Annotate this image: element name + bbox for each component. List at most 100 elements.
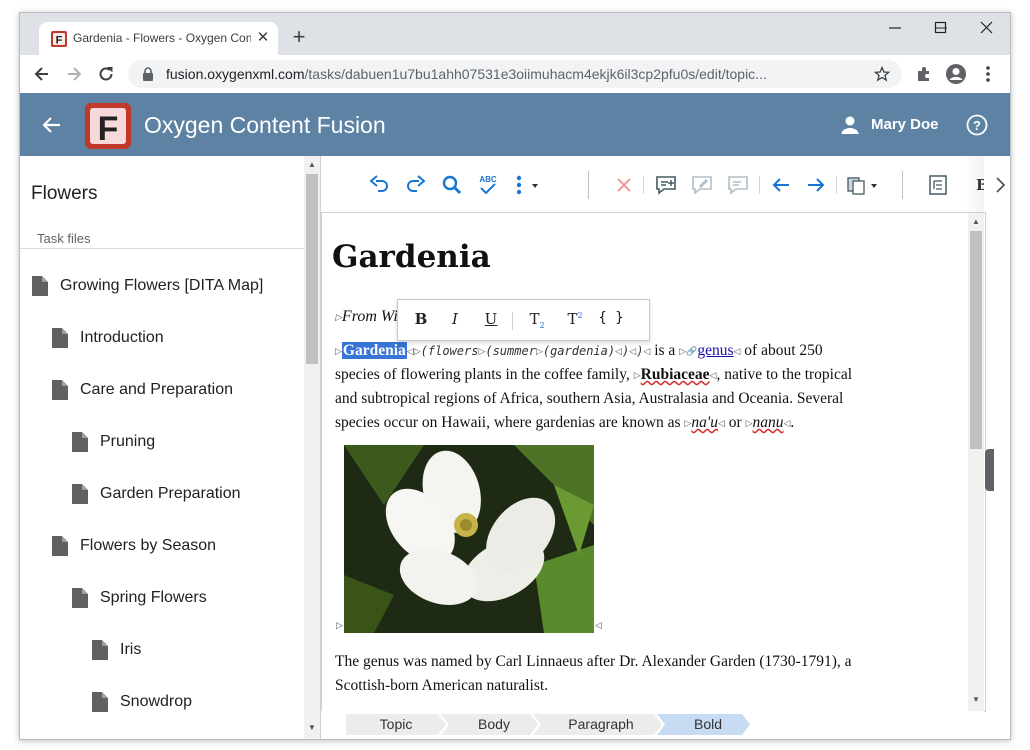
toolbar-scroll-right-icon[interactable] — [993, 173, 1007, 197]
selected-text[interactable]: Gardenia — [341, 342, 407, 359]
outline-icon[interactable] — [926, 173, 950, 197]
scroll-down-icon[interactable]: ▼ — [308, 723, 316, 732]
tree-item-label: Care and Preparation — [80, 381, 233, 398]
tag-marker-icon: ◁ — [643, 345, 651, 356]
section-label: Task files — [37, 231, 91, 246]
inline-format-toolbar: B I U T2 T2 { } — [397, 299, 650, 341]
extensions-icon[interactable] — [915, 65, 933, 83]
url-field[interactable]: fusion.oxygenxml.com/tasks/dabuen1u7bu1a… — [128, 60, 902, 88]
undo-icon[interactable] — [367, 173, 391, 197]
body-text: or — [728, 414, 742, 431]
panel-scrollbar[interactable]: ▲ ▼ — [304, 156, 320, 739]
tag-marker-icon: ▷ — [535, 345, 543, 356]
breadcrumb-item-topic[interactable]: Topic — [346, 714, 446, 734]
minimize-button-icon[interactable] — [872, 13, 918, 43]
tab-close-icon[interactable]: ✕ — [255, 30, 271, 46]
back-arrow-icon[interactable] — [40, 113, 64, 137]
document-icon — [72, 588, 88, 608]
tree-item-label: Spring Flowers — [100, 589, 207, 606]
document-icon — [92, 640, 108, 660]
breadcrumb-item-paragraph[interactable]: Paragraph — [541, 714, 661, 734]
tag-marker-icon: ◁ — [733, 345, 741, 356]
latin-text: (gardenia) — [542, 344, 616, 358]
body-text: is a — [654, 342, 676, 359]
underline-button[interactable]: U — [478, 310, 504, 330]
genus-link[interactable]: genus — [697, 342, 733, 359]
document-content[interactable]: Gardenia ▷From Wiki ▷Gardenia◁▷(flowers▷… — [322, 213, 968, 711]
breadcrumb: Topic Body Paragraph Bold — [321, 711, 984, 739]
edit-comment-icon[interactable] — [690, 173, 714, 197]
tree-item-label: Growing Flowers [DITA Map] — [60, 277, 264, 294]
menu-dots-icon[interactable] — [980, 64, 996, 84]
search-icon[interactable] — [440, 173, 464, 197]
body-text: , native to the tropical — [716, 366, 853, 383]
new-tab-icon[interactable]: + — [288, 26, 310, 48]
oxygen-logo-icon: F — [85, 103, 131, 149]
editor-scrollbar[interactable]: ▲ ▼ — [968, 213, 984, 711]
forward-arrow-icon[interactable] — [64, 64, 84, 84]
address-bar: fusion.oxygenxml.com/tasks/dabuen1u7bu1a… — [20, 55, 1010, 94]
tab-strip: F Gardenia - Flowers - Oxygen Content Fu… — [20, 13, 1010, 55]
close-window-icon[interactable] — [964, 13, 1010, 43]
more-actions-icon[interactable] — [511, 173, 545, 197]
previous-change-icon[interactable] — [769, 173, 793, 197]
review-menu-icon[interactable] — [845, 173, 881, 197]
scroll-thumb[interactable] — [306, 174, 318, 364]
svg-text:F: F — [56, 35, 63, 47]
redo-icon[interactable] — [404, 173, 428, 197]
reload-icon[interactable] — [96, 64, 116, 84]
add-comment-icon[interactable] — [654, 173, 678, 197]
help-icon[interactable]: ? — [966, 114, 988, 136]
lock-icon — [143, 67, 153, 81]
maximize-icon[interactable] — [918, 13, 964, 43]
side-panel-toggle[interactable] — [985, 449, 994, 491]
paragraph-line: ▷Gardenia◁▷(flowers▷(summer▷(gardenia)◁)… — [335, 342, 823, 360]
tag-marker-icon: ◁ — [717, 417, 725, 428]
tag-marker-icon: ◁ — [615, 345, 623, 356]
breadcrumb-item-bold[interactable]: Bold — [665, 714, 751, 734]
tag-marker-icon: ▷ — [336, 621, 343, 631]
link-marker-icon: ▷🔗 — [679, 345, 698, 356]
svg-text:ABC: ABC — [479, 175, 497, 184]
scroll-thumb[interactable] — [970, 231, 982, 449]
next-change-icon[interactable] — [804, 173, 828, 197]
format-separator — [512, 312, 513, 330]
spellcheck-icon[interactable]: ABC — [476, 173, 500, 197]
document-icon — [52, 536, 68, 556]
browser-tab[interactable]: F Gardenia - Flowers - Oxygen Content Fu… — [39, 22, 278, 55]
app-header: F Oxygen Content Fusion Mary Doe ? — [20, 93, 1010, 156]
gardenia-photo[interactable] — [344, 445, 594, 633]
scroll-down-icon[interactable]: ▼ — [972, 695, 980, 704]
delete-icon[interactable] — [612, 173, 636, 197]
reply-comment-icon[interactable] — [726, 173, 750, 197]
bold-button[interactable]: B — [408, 310, 434, 330]
code-button[interactable]: { } — [596, 310, 626, 330]
divider — [20, 248, 304, 249]
document-icon — [72, 432, 88, 452]
breadcrumb-item-body[interactable]: Body — [449, 714, 539, 734]
superscript-letter: T — [567, 310, 578, 328]
back-arrow-icon[interactable] — [32, 64, 52, 84]
superscript-button[interactable]: T2 — [560, 310, 590, 330]
subscript-letter: T — [529, 310, 540, 328]
italic-button[interactable]: I — [442, 310, 468, 330]
subscript-button[interactable]: T2 — [522, 310, 552, 330]
tag-marker-icon: ◁ — [595, 621, 602, 631]
scroll-up-icon[interactable]: ▲ — [308, 160, 316, 169]
star-icon[interactable] — [874, 66, 890, 82]
paragraph-line: Scottish-born American naturalist. — [335, 677, 549, 694]
body-text: of about 250 — [744, 342, 823, 359]
document-icon — [52, 380, 68, 400]
scroll-up-icon[interactable]: ▲ — [972, 217, 980, 226]
tree-item-label: Introduction — [80, 329, 164, 346]
user-name[interactable]: Mary Doe — [871, 116, 939, 133]
svg-text:B: B — [976, 176, 984, 194]
document-icon — [32, 276, 48, 296]
body-text: species occur on Hawaii, where gardenias… — [335, 414, 681, 431]
body-text: species of flowering plants in the coffe… — [335, 366, 630, 383]
tag-marker-icon: ◁▷ — [406, 345, 421, 356]
document-icon — [72, 484, 88, 504]
url-text: fusion.oxygenxml.com/tasks/dabuen1u7bu1a… — [166, 66, 767, 82]
profile-icon[interactable] — [945, 63, 967, 85]
editor-area[interactable]: Gardenia ▷From Wiki ▷Gardenia◁▷(flowers▷… — [321, 212, 986, 712]
